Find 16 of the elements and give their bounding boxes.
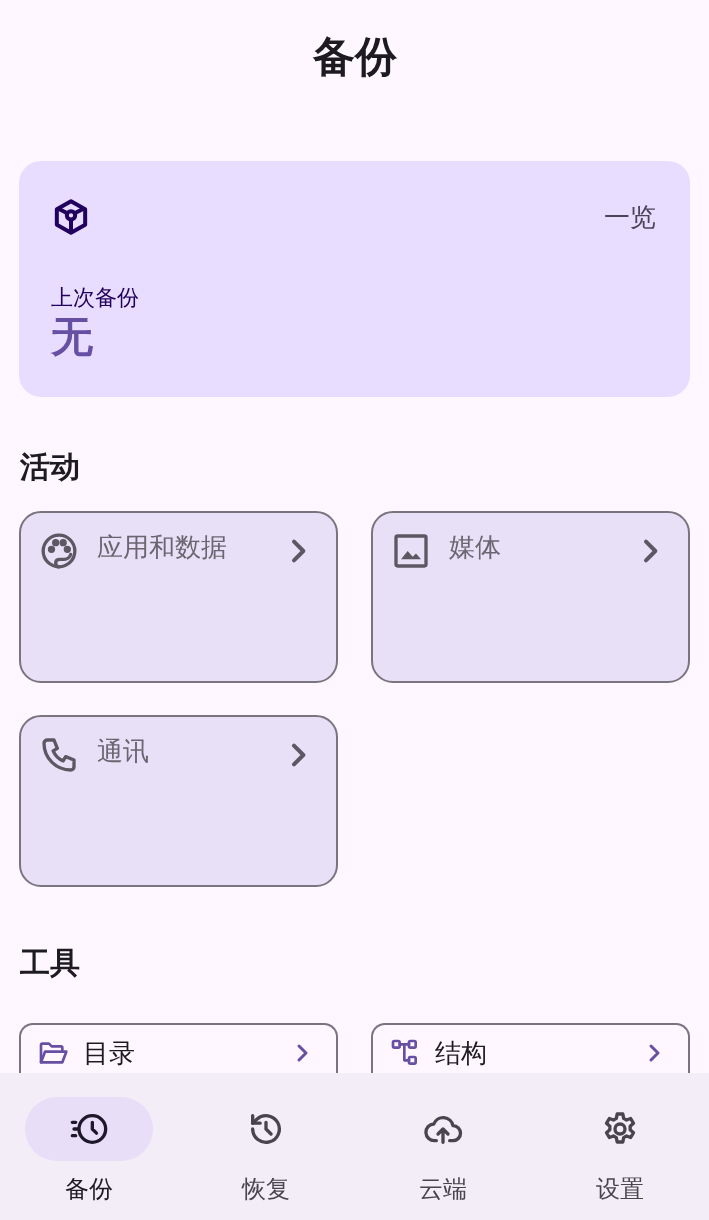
page-title: 备份	[311, 31, 398, 83]
phone-icon	[39, 735, 79, 775]
section-heading: 工具	[19, 944, 81, 982]
nav-tab[interactable]: 云端	[354, 1097, 532, 1220]
last-backup-label: 上次备份	[51, 284, 140, 312]
tool-tile[interactable]: 结构	[371, 1023, 690, 1073]
nav-tab[interactable]: 恢复	[177, 1097, 355, 1220]
section-heading: 活动	[19, 448, 81, 486]
nav-tab[interactable]: 设置	[531, 1097, 709, 1220]
overview-link[interactable]: 一览	[604, 197, 656, 237]
nav-tab[interactable]: 备份	[0, 1097, 178, 1220]
tool-tile[interactable]: 目录	[19, 1023, 338, 1073]
image-icon	[391, 531, 431, 571]
backup-summary-card[interactable]: 一览 上次备份 无	[19, 161, 690, 397]
palette-icon	[39, 531, 79, 571]
last-backup-value: 无	[51, 314, 94, 361]
